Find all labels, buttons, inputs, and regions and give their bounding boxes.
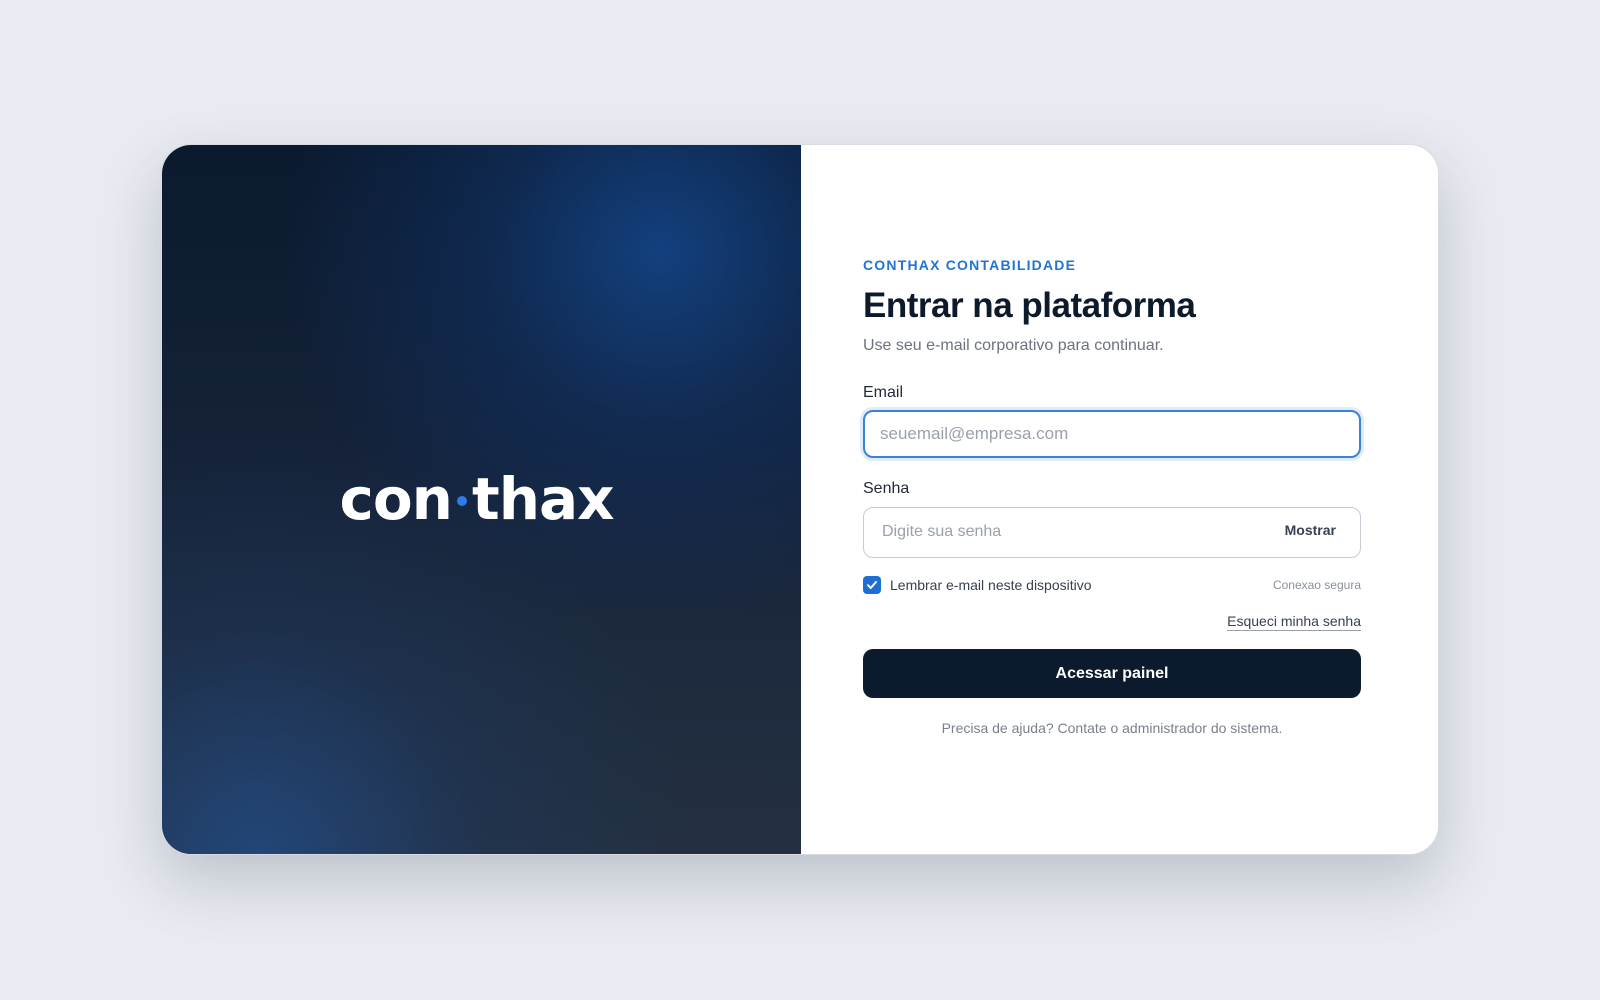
logo-wordmark: con thax — [339, 464, 615, 533]
password-field-wrapper: Mostrar — [863, 507, 1361, 558]
page-title: Entrar na plataforma — [863, 286, 1196, 325]
password-label: Senha — [863, 480, 910, 497]
logo-text-left: con — [339, 464, 453, 533]
company-eyebrow: CONTHAX CONTABILIDADE — [863, 257, 1077, 273]
form-panel: CONTHAX CONTABILIDADE Entrar na platafor… — [801, 145, 1438, 854]
email-label: Email — [863, 384, 904, 401]
show-password-button[interactable]: Mostrar — [1285, 522, 1336, 538]
secure-connection-label: Conexao segura — [1272, 578, 1361, 592]
options-row: Lembrar e-mail neste dispositivo Conexao… — [863, 576, 1361, 596]
page-subtitle: Use seu e-mail corporativo para continua… — [863, 337, 1164, 354]
access-panel-button[interactable]: Acessar painel — [863, 649, 1361, 698]
forgot-password-link[interactable]: Esqueci minha senha — [1227, 613, 1361, 631]
password-field[interactable] — [864, 508, 1300, 556]
login-card: con thax CONTHAX CONTABILIDADE Entrar na… — [161, 144, 1439, 855]
remember-label: Lembrar e-mail neste dispositivo — [890, 577, 1092, 593]
forgot-row: Esqueci minha senha — [863, 613, 1361, 633]
login-form: CONTHAX CONTABILIDADE Entrar na platafor… — [863, 257, 1361, 750]
remember-checkbox[interactable] — [863, 576, 881, 594]
email-field[interactable] — [863, 410, 1361, 458]
check-icon — [867, 581, 877, 589]
logo: con thax — [162, 145, 801, 854]
brand-panel: con thax — [162, 145, 801, 854]
help-text: Precisa de ajuda? Contate o administrado… — [941, 720, 1283, 736]
logo-dot-icon — [456, 495, 467, 506]
remember-checkbox-group[interactable]: Lembrar e-mail neste dispositivo — [863, 576, 1092, 594]
logo-text-right: thax — [471, 464, 615, 533]
